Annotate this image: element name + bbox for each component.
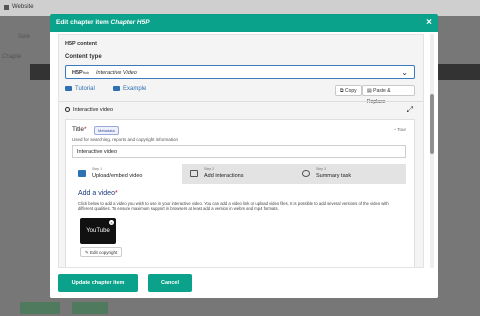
scrollbar[interactable]: [430, 34, 434, 268]
background-label: Sele: [18, 34, 31, 40]
library-header: Interactive video: [65, 107, 113, 113]
add-video-label: Add a video*: [78, 190, 118, 197]
tab-label: Upload/embed video: [92, 173, 143, 179]
video-thumbnail[interactable]: YouTube ×: [80, 218, 116, 244]
library-icon: [65, 107, 70, 113]
edit-copyright-button[interactable]: ✎ Edit copyright: [80, 247, 123, 257]
tab-step: Step 3: [316, 167, 327, 171]
content-type-value: Interactive Video: [96, 70, 137, 76]
copy-button[interactable]: ⧉ Copy: [335, 85, 362, 96]
dialog-title-prefix: Edit chapter item: [56, 19, 109, 26]
example-icon: [113, 86, 120, 91]
tutorial-icon: [65, 86, 72, 91]
dialog-header: Edit chapter item Chapter H5P ×: [50, 14, 438, 32]
content-type-label: Content type: [65, 54, 102, 60]
edit-chapter-item-dialog: Edit chapter item Chapter H5P × H5P cont…: [50, 14, 438, 298]
background-label: Chapte: [2, 54, 22, 60]
background-button: [72, 302, 108, 314]
interactions-icon: [190, 170, 198, 177]
dialog-title-item: Chapter H5P: [110, 19, 150, 26]
step-tabs: Step 1 Upload/embed video Step 2 Add int…: [72, 164, 406, 184]
dialog-body: H5P content Content type H5PHub Interact…: [50, 32, 438, 268]
library-toolbar: Tutorial Example ⧉ Copy ▤ Paste & Replac…: [65, 85, 415, 105]
close-icon[interactable]: ×: [426, 17, 432, 29]
tab-add-interactions[interactable]: Step 2 Add interactions: [184, 164, 294, 184]
youtube-label: YouTube: [86, 228, 110, 234]
add-video-description: Click below to add a video you wish to u…: [78, 201, 389, 212]
tab-summary-task[interactable]: Step 3 Summary task: [296, 164, 406, 184]
background-block: [436, 64, 480, 80]
background-app-title: Website: [12, 4, 34, 10]
content-type-select[interactable]: H5PHub Interactive Video ⌄: [65, 65, 415, 79]
tab-step: Step 2: [204, 167, 215, 171]
title-field-hint: Used for searching, reports and copyrigh…: [72, 137, 179, 142]
example-link[interactable]: Example: [113, 86, 146, 92]
tour-button[interactable]: ◔ Tour: [393, 127, 406, 132]
paste-replace-button[interactable]: ▤ Paste & Replace: [362, 85, 415, 105]
tab-label: Add interactions: [204, 173, 244, 179]
dialog-title: Edit chapter item Chapter H5P: [56, 19, 150, 26]
update-chapter-item-button[interactable]: Update chapter item: [58, 274, 138, 292]
tutorial-link[interactable]: Tutorial: [65, 86, 95, 92]
dialog-footer: Update chapter item Cancel: [50, 268, 438, 298]
tab-upload-embed-video[interactable]: Step 1 Upload/embed video: [72, 164, 182, 184]
tab-step: Step 1: [92, 167, 103, 171]
remove-video-icon[interactable]: ×: [109, 220, 114, 225]
interactive-video-form: Title* Metadata ◔ Tour Used for searchin…: [65, 119, 415, 267]
metadata-button[interactable]: Metadata: [94, 126, 119, 135]
tab-label: Summary task: [316, 173, 352, 179]
app-logo-icon: [4, 5, 9, 10]
background-button: [20, 302, 60, 314]
expand-icon[interactable]: ⤢: [407, 105, 413, 115]
cancel-button[interactable]: Cancel: [148, 274, 192, 292]
title-input[interactable]: Interactive video: [72, 145, 406, 158]
summary-icon: [302, 170, 310, 177]
background-block: [30, 64, 52, 80]
video-icon: [78, 170, 86, 177]
title-field-label: Title*: [72, 126, 87, 133]
divider: [59, 101, 423, 102]
chevron-down-icon: ⌄: [401, 68, 408, 77]
h5p-logo-icon: H5PHub: [72, 69, 90, 76]
h5p-editor: H5P content Content type H5PHub Interact…: [58, 34, 424, 268]
h5p-content-label: H5P content: [65, 41, 97, 47]
scrollbar-thumb[interactable]: [430, 94, 434, 154]
